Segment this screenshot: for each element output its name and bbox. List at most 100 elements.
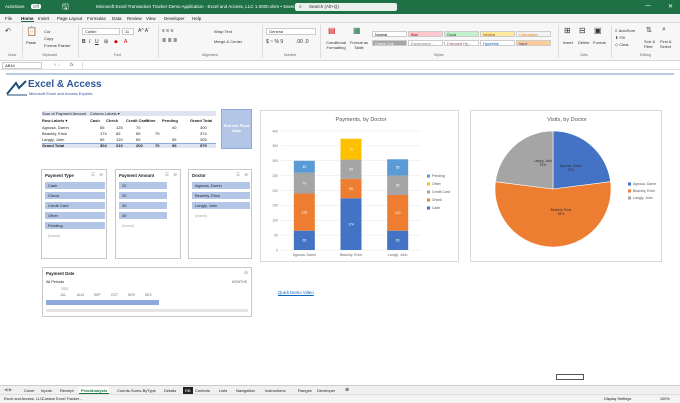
timeline-month[interactable]: SEP: [94, 293, 101, 297]
menu-developer[interactable]: Developer: [164, 16, 185, 21]
conditional-formatting-icon[interactable]: ▤: [328, 26, 336, 35]
refresh-pivot-button[interactable]: Refresh Pivot Data: [221, 109, 252, 149]
borders-icon[interactable]: ⊞: [104, 39, 108, 45]
fill-button[interactable]: ⬇ Fill: [615, 35, 625, 40]
cell-style-bad[interactable]: Bad: [408, 31, 443, 37]
slicer-item[interactable]: 22: [119, 182, 167, 189]
slicer-item[interactable]: 40: [119, 212, 167, 219]
font-name-select[interactable]: Calibri: [82, 28, 120, 35]
cell-style-good[interactable]: Good: [444, 31, 479, 37]
menu-page-layout[interactable]: Page Layout: [57, 16, 82, 21]
slicer-item[interactable]: 25: [119, 192, 167, 199]
slicer-item-blank[interactable]: (blank): [45, 232, 105, 239]
format-table-icon[interactable]: ▦: [353, 26, 361, 35]
doctor-slicer[interactable]: Doctor ☰ ⊘ Agnusa, Darrin Beachly, Erick Lang…: [188, 169, 252, 259]
quick-demo-video-link[interactable]: Quick Demo Video: [278, 290, 314, 295]
sort-filter-button[interactable]: Sort & Filter: [644, 39, 658, 49]
align-left-icon[interactable]: ≣ ≣ ≣: [162, 38, 177, 44]
cell-style-input[interactable]: Input: [516, 40, 551, 46]
timeline-month[interactable]: DEC: [145, 293, 152, 297]
cell-style-calculation[interactable]: Calculation: [516, 31, 551, 37]
insert-cells-icon[interactable]: ⊞: [564, 26, 571, 35]
pivot-row-labels[interactable]: Row Labels ▾: [42, 118, 67, 123]
cell-style-hyperlink[interactable]: Hyperlink: [480, 40, 515, 46]
slicer-item-blank[interactable]: (blank): [119, 222, 167, 229]
sheet-tab-cover[interactable]: Cover: [22, 387, 37, 394]
sheet-tab-receipt[interactable]: Receipt: [58, 387, 76, 394]
payment-amount-slicer[interactable]: Payment Amount ☰ ⊘ 22 25 30 40 (blank): [115, 169, 181, 259]
sort-filter-icon[interactable]: ⇅: [646, 26, 652, 34]
decimal-icon[interactable]: .00 .0: [296, 39, 309, 45]
timeline-scrollbar[interactable]: [46, 309, 248, 312]
clear-button[interactable]: ◇ Clear: [615, 42, 629, 47]
slicer-item[interactable]: Cash: [45, 182, 105, 189]
display-settings-button[interactable]: Display Settings: [604, 397, 631, 401]
payments-by-doctor-chart[interactable]: Payments, by Doctor 0 50 100 150 200 250 300 350…: [260, 110, 459, 262]
cell-style-check-cell[interactable]: Check Cell: [372, 40, 407, 46]
search-input[interactable]: Search (Alt+Q): [309, 4, 339, 9]
slicer-item[interactable]: Langly, John: [192, 202, 250, 209]
selected-cell[interactable]: [556, 374, 584, 380]
find-select-icon[interactable]: ⌕: [662, 26, 666, 34]
align-top-icon[interactable]: ≡ ≡ ≡: [162, 28, 174, 34]
menu-file[interactable]: File: [5, 16, 12, 21]
timeline-month[interactable]: NOV: [128, 293, 135, 297]
sheet-tab-inputs[interactable]: Inputs: [39, 387, 54, 394]
formula-input[interactable]: [82, 62, 676, 69]
fill-color-icon[interactable]: ◆: [114, 39, 118, 45]
insert-cells-button[interactable]: Insert: [563, 40, 573, 45]
menu-data[interactable]: Data: [112, 16, 122, 21]
timeline-month[interactable]: OCT: [111, 293, 118, 297]
timeline-bar[interactable]: [46, 300, 159, 305]
cell-style-normal[interactable]: Normal: [372, 31, 407, 37]
cell-style-followed-hy[interactable]: Followed Hy...: [444, 40, 479, 46]
sheet-tab-developer[interactable]: Developer: [315, 387, 337, 394]
sheet-tab-lists[interactable]: Lists: [217, 387, 229, 394]
font-size-select[interactable]: 11: [122, 28, 134, 35]
sheet-tab-controls[interactable]: Controls: [193, 387, 212, 394]
zoom-level[interactable]: 100%: [660, 397, 670, 401]
sheet-tab-details[interactable]: Details: [162, 387, 178, 394]
slicer-item-blank[interactable]: (blank): [192, 212, 250, 219]
fx-icon[interactable]: fx: [70, 62, 74, 67]
number-format-select[interactable]: General: [266, 28, 316, 35]
close-icon[interactable]: ✕: [668, 3, 673, 10]
slicer-item[interactable]: 30: [119, 202, 167, 209]
sheet-tab-ranges[interactable]: Ranges: [296, 387, 314, 394]
delete-cells-button[interactable]: Delete: [578, 40, 590, 45]
payment-date-timeline[interactable]: Payment Date ⊘ All Periods MONTHS 2022 J…: [42, 267, 252, 317]
paste-icon[interactable]: 📋: [26, 26, 37, 37]
italic-icon[interactable]: I: [89, 39, 90, 45]
cell-style-neutral[interactable]: Neutral: [480, 31, 515, 37]
currency-icon[interactable]: $ ~ % 9: [266, 39, 283, 45]
bold-icon[interactable]: B: [82, 39, 86, 45]
autosave-toggle[interactable]: Off: [31, 3, 41, 9]
multi-select-icon[interactable]: ☰: [236, 172, 240, 178]
font-color-icon[interactable]: A: [124, 39, 127, 45]
clear-filter-icon[interactable]: ⊘: [173, 172, 177, 178]
cut-button[interactable]: Cut: [44, 29, 50, 34]
slicer-item[interactable]: Check: [45, 192, 105, 199]
sheet-tab-counts-sums-bytype[interactable]: Counts-Sums-ByType: [115, 387, 158, 394]
slicer-item[interactable]: Pending: [45, 222, 105, 229]
conditional-formatting-button[interactable]: Conditional Formatting: [323, 40, 349, 50]
undo-icon[interactable]: ↶: [5, 27, 11, 35]
sheet-tab-instructions[interactable]: Instructions: [263, 387, 287, 394]
add-sheet-icon[interactable]: ⊕: [343, 387, 351, 394]
cell-style-explanatory[interactable]: Explanatory ...: [408, 40, 443, 46]
underline-icon[interactable]: U: [95, 39, 99, 45]
sheet-tab-navigation[interactable]: Navigation: [234, 387, 257, 394]
visits-by-doctor-chart[interactable]: Visits, by Doctor Agnusa, Darrin 23% Beachl…: [470, 110, 662, 262]
clear-filter-icon[interactable]: ⊘: [99, 172, 103, 178]
name-box[interactable]: AB44: [2, 62, 42, 69]
menu-formulas[interactable]: Formulas: [87, 16, 106, 21]
autosum-button[interactable]: Σ AutoSum: [615, 28, 635, 33]
slicer-item[interactable]: Other: [45, 212, 105, 219]
payment-type-slicer[interactable]: Payment Type ☰ ⊘ Cash Check Credit Card Other P…: [41, 169, 107, 259]
clear-filter-icon[interactable]: ⊘: [244, 270, 248, 276]
minimize-icon[interactable]: —: [645, 3, 651, 9]
timeline-level-select[interactable]: MONTHS: [232, 280, 247, 284]
multi-select-icon[interactable]: ☰: [165, 172, 169, 178]
slicer-item[interactable]: Credit Card: [45, 202, 105, 209]
menu-help[interactable]: Help: [192, 16, 201, 21]
